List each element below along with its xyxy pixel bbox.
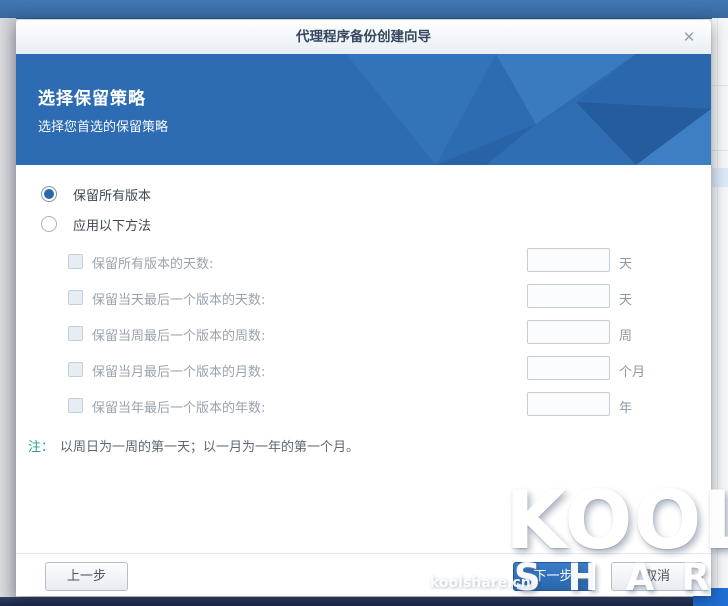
radio-icon[interactable] [41, 216, 57, 232]
rule-value-input[interactable] [527, 248, 610, 272]
background-bottom-strip [0, 597, 728, 606]
back-button[interactable]: 上一步 [45, 562, 128, 591]
radio-keep-all-versions[interactable]: 保留所有版本 [41, 185, 151, 203]
checkbox-icon[interactable] [68, 362, 83, 377]
rule-unit: 年 [619, 397, 632, 416]
checkbox-icon[interactable] [68, 398, 83, 413]
rule-unit: 天 [619, 289, 632, 308]
background-divider [712, 85, 728, 86]
radio-apply-methods[interactable]: 应用以下方法 [41, 215, 151, 233]
radio-label: 应用以下方法 [73, 215, 151, 234]
next-button[interactable]: 下一步 [513, 562, 593, 591]
checkbox-icon[interactable] [68, 290, 83, 305]
background-divider [712, 150, 728, 151]
rule-row-daily-version-days: 保留当天最后一个版本的天数: 天 [68, 284, 711, 310]
step-banner: 选择保留策略 选择您首选的保留策略 [16, 54, 711, 165]
rule-unit: 天 [619, 253, 632, 272]
rule-label: 保留当天最后一个版本的天数: [92, 289, 265, 308]
close-icon[interactable]: ✕ [680, 28, 698, 46]
checkbox-icon[interactable] [68, 326, 83, 341]
rule-row-keep-days: 保留所有版本的天数: 天 [68, 248, 711, 274]
rule-row-yearly-version-years: 保留当年最后一个版本的年数: 年 [68, 392, 711, 418]
rule-unit: 个月 [619, 361, 645, 380]
rule-label: 保留当年最后一个版本的年数: [92, 397, 265, 416]
rule-label: 保留当月最后一个版本的月数: [92, 361, 265, 380]
background-divider [717, 18, 718, 598]
radio-icon[interactable] [41, 186, 57, 202]
rule-label: 保留所有版本的天数: [92, 253, 213, 272]
background-selected-row [712, 168, 728, 187]
rule-unit: 周 [619, 325, 632, 344]
rule-value-input[interactable] [527, 284, 610, 308]
rule-row-weekly-version-weeks: 保留当周最后一个版本的周数: 周 [68, 320, 711, 346]
background-window-top-strip [0, 0, 728, 19]
wizard-dialog: 代理程序备份创建向导 ✕ 选择保留策略 选择您首选的保留策略 保留所有版本 应用… [16, 20, 711, 596]
page-subtitle: 选择您首选的保留策略 [38, 116, 168, 135]
rule-value-input[interactable] [527, 320, 610, 344]
background-right-strip [712, 18, 728, 598]
banner-text: 选择保留策略 选择您首选的保留策略 [38, 84, 168, 135]
cancel-button[interactable]: 取消 [611, 562, 703, 591]
dialog-title: 代理程序备份创建向导 [16, 20, 711, 54]
note-prefix: 注： [28, 440, 54, 455]
checkbox-icon[interactable] [68, 254, 83, 269]
rule-value-input[interactable] [527, 356, 610, 380]
note-body: 以周日为一周的第一天；以一月为一年的第一个月。 [60, 440, 359, 455]
note-text: 注： 以周日为一周的第一天；以一月为一年的第一个月。 [28, 436, 359, 455]
rule-row-monthly-version-months: 保留当月最后一个版本的月数: 个月 [68, 356, 711, 382]
background-left-strip [0, 18, 16, 606]
rule-label: 保留当周最后一个版本的周数: [92, 325, 265, 344]
footer-divider [16, 553, 711, 554]
rule-value-input[interactable] [527, 392, 610, 416]
radio-label: 保留所有版本 [73, 185, 151, 204]
dialog-titlebar: 代理程序备份创建向导 ✕ [16, 20, 711, 55]
page-title: 选择保留策略 [38, 84, 168, 109]
